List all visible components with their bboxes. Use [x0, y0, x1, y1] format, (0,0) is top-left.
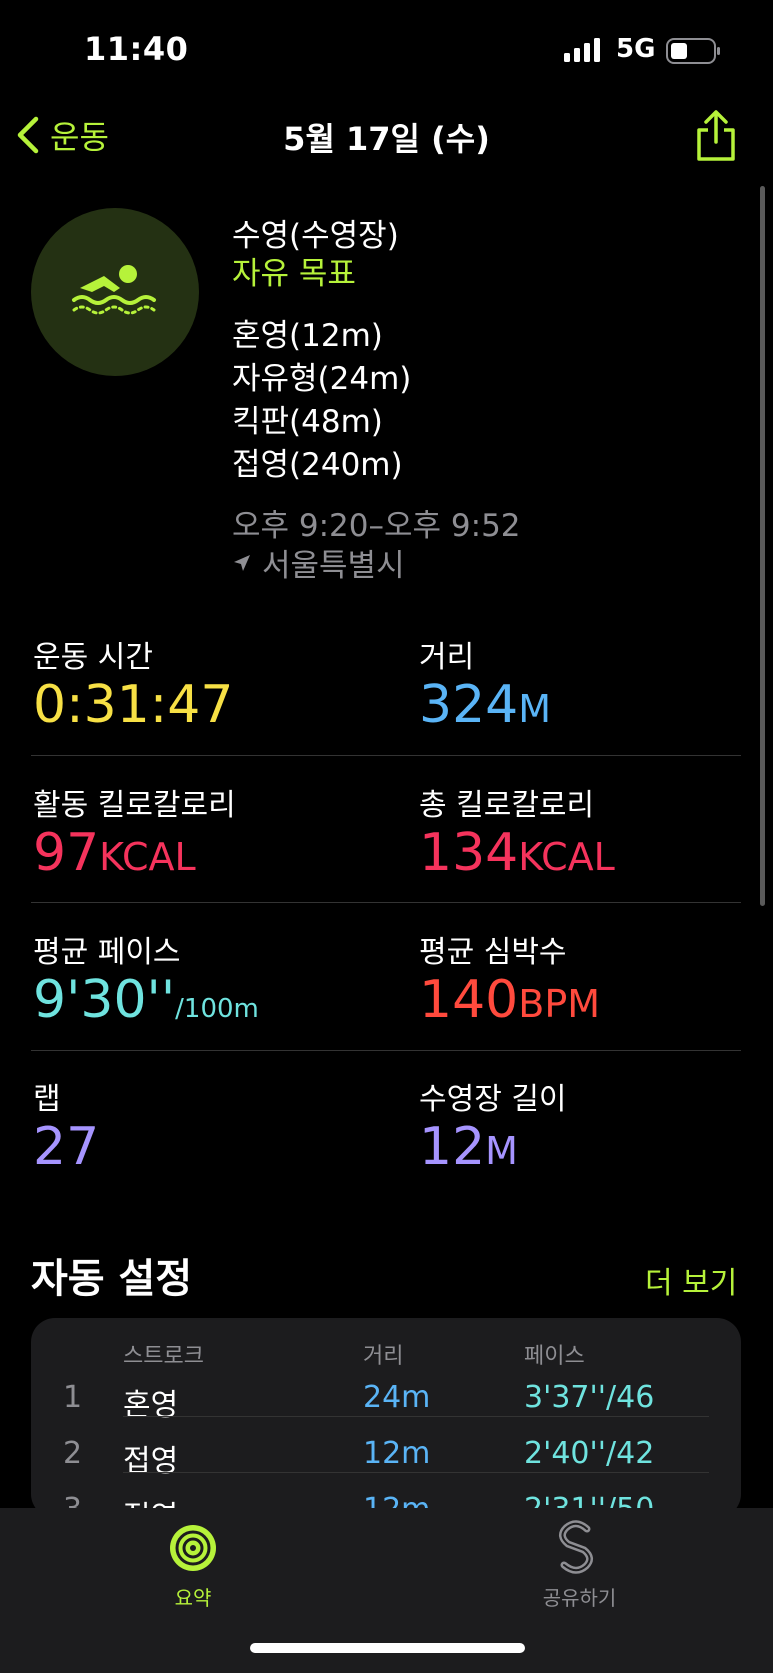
share-icon[interactable]	[694, 110, 738, 162]
battery-icon	[666, 38, 720, 64]
stroke-item: 접영(240m)	[232, 447, 403, 483]
avg-pace-label: 평균 페이스	[33, 935, 181, 970]
split-pace: 3'37''/46	[524, 1380, 655, 1415]
activity-rings-icon[interactable]	[168, 1523, 218, 1573]
distance-value: 324M	[419, 676, 551, 738]
stroke-item: 자유형(24m)	[232, 361, 412, 397]
avg-pace-value: 9'30''/100m	[33, 971, 259, 1038]
avg-heart-rate-label: 평균 심박수	[419, 935, 567, 970]
total-kcal-unit: KCAL	[518, 835, 615, 879]
home-indicator[interactable]	[250, 1643, 525, 1653]
workout-time-range: 오후 9:20–오후 9:52	[232, 508, 521, 544]
divider	[31, 902, 741, 903]
total-kcal-label: 총 킬로칼로리	[419, 788, 595, 823]
distance-label: 거리	[419, 640, 475, 675]
splits-table: 스트로크 거리 페이스 1 혼영 24m 3'37''/46 2 접영 12m …	[31, 1318, 741, 1518]
stroke-column-header: 스트로크	[123, 1344, 204, 1369]
laps-value: 27	[33, 1117, 100, 1177]
divider	[123, 1416, 709, 1417]
split-distance: 12m	[363, 1436, 431, 1471]
distance-column-header: 거리	[363, 1344, 404, 1369]
pool-length-number: 12	[419, 1117, 486, 1177]
splits-section-title: 자동 설정	[31, 1256, 193, 1302]
active-kcal-value: 97KCAL	[33, 824, 196, 886]
page-title: 5월 17일 (수)	[283, 120, 490, 158]
table-row: 1 혼영 24m 3'37''/46	[31, 1370, 741, 1426]
avg-heart-rate-unit: BPM	[518, 982, 601, 1026]
scrollbar[interactable]	[760, 186, 765, 906]
tab-summary[interactable]: 요약	[0, 1582, 386, 1611]
split-pace: 2'40''/42	[524, 1436, 655, 1471]
divider	[31, 1050, 741, 1051]
total-kcal-number: 134	[419, 823, 519, 883]
split-stroke: 접영	[123, 1444, 179, 1479]
split-stroke: 혼영	[123, 1388, 179, 1423]
split-number: 1	[63, 1380, 83, 1415]
avg-heart-rate-value: 140BPM	[419, 971, 600, 1033]
distance-number: 324	[419, 675, 519, 735]
split-distance: 24m	[363, 1380, 431, 1415]
sharing-icon[interactable]	[556, 1520, 596, 1574]
show-more-link[interactable]: 더 보기	[645, 1258, 737, 1302]
status-time: 11:40	[84, 30, 189, 68]
network-type: 5G	[616, 34, 656, 64]
workout-location: 서울특별시	[232, 540, 405, 585]
distance-unit: M	[518, 687, 552, 731]
location-arrow-icon	[234, 554, 250, 571]
avg-heart-rate-number: 140	[419, 970, 519, 1030]
active-kcal-unit: KCAL	[99, 835, 196, 879]
divider	[123, 1472, 709, 1473]
active-kcal-number: 97	[33, 823, 100, 883]
pace-column-header: 페이스	[524, 1344, 585, 1369]
divider	[31, 755, 741, 756]
workout-goal: 자유 목표	[232, 256, 356, 292]
avg-pace-unit: /100m	[175, 994, 259, 1024]
swimmer-icon	[72, 265, 156, 315]
stroke-item: 혼영(12m)	[232, 318, 383, 354]
stroke-item: 킥판(48m)	[232, 404, 383, 440]
split-number: 2	[63, 1436, 83, 1471]
workout-time-label: 운동 시간	[33, 640, 153, 675]
active-kcal-label: 활동 킬로칼로리	[33, 788, 236, 823]
avg-pace-number: 9'30''	[33, 970, 176, 1030]
workout-time-value: 0:31:47	[33, 675, 234, 735]
pool-length-value: 12M	[419, 1118, 518, 1180]
pool-length-label: 수영장 길이	[419, 1082, 567, 1117]
pool-length-unit: M	[485, 1129, 518, 1173]
laps-label: 랩	[33, 1082, 61, 1117]
tab-sharing[interactable]: 공유하기	[386, 1582, 773, 1611]
cellular-signal-icon	[564, 38, 600, 62]
location-label: 서울특별시	[262, 548, 405, 584]
table-row: 2 접영 12m 2'40''/42	[31, 1426, 741, 1482]
total-kcal-value: 134KCAL	[419, 824, 615, 886]
